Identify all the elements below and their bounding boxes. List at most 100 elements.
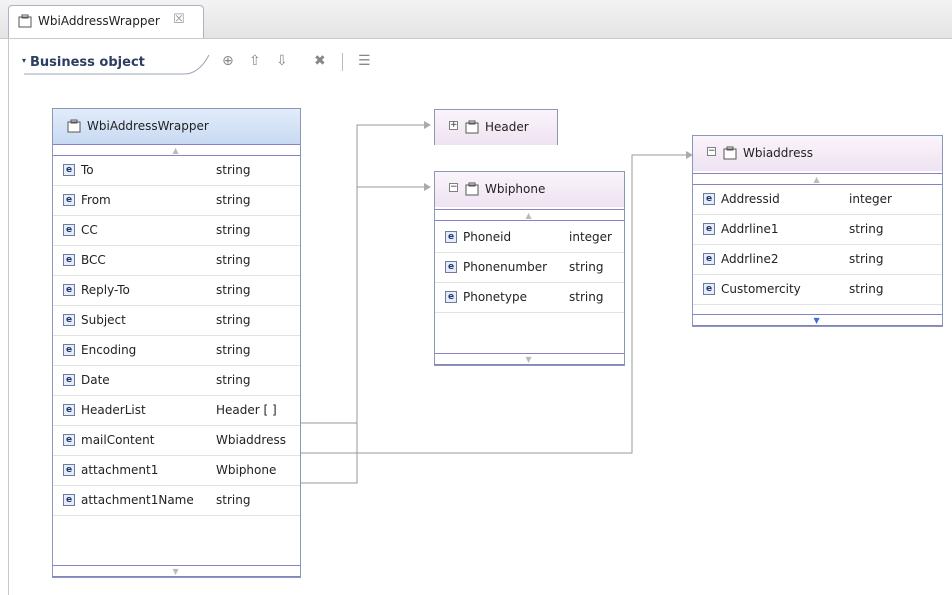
field-name: Addrline2 — [721, 252, 779, 266]
field-type[interactable]: string — [569, 260, 603, 274]
scroll-up-bar[interactable]: ▲ — [53, 144, 300, 156]
element-icon: e — [63, 464, 75, 476]
field-row[interactable]: e Phoneid integer — [435, 223, 624, 253]
bo-header: − Wbiaddress — [693, 136, 942, 171]
bo-title: Header — [485, 120, 529, 134]
field-type[interactable]: integer — [569, 230, 612, 244]
scroll-down-icon[interactable]: ▼ — [526, 355, 532, 364]
field-row[interactable]: e Customercity string — [693, 275, 942, 305]
element-icon: e — [445, 231, 457, 243]
field-type[interactable]: string — [216, 283, 250, 297]
field-name: mailContent — [81, 433, 155, 447]
field-row[interactable]: e Addrline2 string — [693, 245, 942, 275]
field-row[interactable]: e Reply-To string — [53, 276, 300, 306]
bo-title: Wbiphone — [485, 182, 546, 196]
field-row[interactable]: e CC string — [53, 216, 300, 246]
business-object-icon — [465, 182, 479, 196]
field-type[interactable]: integer — [849, 192, 892, 206]
field-type[interactable]: string — [216, 223, 250, 237]
field-row[interactable]: e To string — [53, 156, 300, 186]
scroll-up-icon[interactable]: ▲ — [173, 146, 179, 155]
field-name: Phonenumber — [463, 260, 548, 274]
bo-header: − Wbiphone — [435, 172, 624, 207]
element-icon: e — [703, 193, 715, 205]
header-bo[interactable]: + Header — [434, 109, 558, 145]
bo-header: WbiAddressWrapper — [53, 109, 300, 144]
scroll-down-icon[interactable]: ▼ — [814, 316, 820, 325]
business-object-icon — [465, 120, 479, 134]
element-icon: e — [63, 194, 75, 206]
field-row[interactable]: e Encoding string — [53, 336, 300, 366]
element-icon: e — [63, 434, 75, 446]
collapse-icon[interactable]: − — [707, 147, 716, 156]
element-icon: e — [703, 223, 715, 235]
field-type[interactable]: Wbiphone — [216, 463, 276, 477]
scroll-down-bar[interactable]: ▼ — [435, 353, 624, 365]
field-type[interactable]: Wbiaddress — [216, 433, 286, 447]
field-type[interactable]: Header [ ] — [216, 403, 277, 417]
scroll-down-bar[interactable]: ▼ — [53, 565, 300, 577]
element-icon: e — [63, 224, 75, 236]
field-name: Phonetype — [463, 290, 527, 304]
scroll-down-icon[interactable]: ▼ — [173, 567, 179, 576]
element-icon: e — [703, 283, 715, 295]
field-type[interactable]: string — [216, 373, 250, 387]
field-name: Date — [81, 373, 110, 387]
field-name: Encoding — [81, 343, 137, 357]
wbiaddress-bo[interactable]: − Wbiaddress ▲ e Addressid integer e Addrlin… — [692, 135, 943, 327]
field-type[interactable]: string — [849, 282, 883, 296]
field-row[interactable]: e From string — [53, 186, 300, 216]
element-icon: e — [63, 404, 75, 416]
field-type[interactable]: string — [216, 253, 250, 267]
scroll-down-bar[interactable]: ▼ — [693, 314, 942, 326]
field-row[interactable]: e attachment1Name string — [53, 486, 300, 516]
field-row[interactable]: e BCC string — [53, 246, 300, 276]
element-icon: e — [63, 284, 75, 296]
element-icon: e — [703, 253, 715, 265]
element-icon: e — [63, 494, 75, 506]
field-name: From — [81, 193, 111, 207]
field-type[interactable]: string — [569, 290, 603, 304]
field-name: attachment1Name — [81, 493, 194, 507]
field-name: HeaderList — [81, 403, 146, 417]
element-icon: e — [63, 254, 75, 266]
field-row[interactable]: e Phonetype string — [435, 283, 624, 313]
scroll-up-icon[interactable]: ▲ — [814, 175, 820, 184]
field-type[interactable]: string — [216, 493, 250, 507]
bo-title: WbiAddressWrapper — [87, 119, 209, 133]
field-name: Phoneid — [463, 230, 512, 244]
wbiphone-bo[interactable]: − Wbiphone ▲ e Phoneid integer e Phonenumber… — [434, 171, 625, 366]
business-object-icon — [67, 119, 81, 133]
scroll-up-bar[interactable]: ▲ — [435, 209, 624, 221]
field-row[interactable]: e Addrline1 string — [693, 215, 942, 245]
bo-title: Wbiaddress — [743, 146, 813, 160]
field-type[interactable]: string — [216, 313, 250, 327]
field-row[interactable]: e Subject string — [53, 306, 300, 336]
expand-icon[interactable]: + — [449, 121, 458, 130]
field-type[interactable]: string — [216, 343, 250, 357]
field-name: Addressid — [721, 192, 780, 206]
field-row[interactable]: e Phonenumber string — [435, 253, 624, 283]
scroll-up-icon[interactable]: ▲ — [526, 211, 532, 220]
element-icon: e — [63, 164, 75, 176]
wbiaddresswrapper-bo[interactable]: WbiAddressWrapper ▲ e To string e From string… — [52, 108, 301, 578]
field-row[interactable]: e attachment1 Wbiphone — [53, 456, 300, 486]
element-icon: e — [445, 291, 457, 303]
field-row[interactable]: e HeaderList Header [ ] — [53, 396, 300, 426]
field-row[interactable]: e mailContent Wbiaddress — [53, 426, 300, 456]
field-name: To — [81, 163, 94, 177]
field-row[interactable]: e Addressid integer — [693, 185, 942, 215]
field-type[interactable]: string — [216, 163, 250, 177]
scroll-up-bar[interactable]: ▲ — [693, 173, 942, 185]
collapse-icon[interactable]: − — [449, 183, 458, 192]
field-name: attachment1 — [81, 463, 159, 477]
field-row[interactable]: e Date string — [53, 366, 300, 396]
field-name: Subject — [81, 313, 126, 327]
element-icon: e — [63, 344, 75, 356]
field-type[interactable]: string — [849, 252, 883, 266]
field-type[interactable]: string — [849, 222, 883, 236]
field-name: Reply-To — [81, 283, 130, 297]
field-name: Addrline1 — [721, 222, 779, 236]
field-type[interactable]: string — [216, 193, 250, 207]
field-name: BCC — [81, 253, 106, 267]
